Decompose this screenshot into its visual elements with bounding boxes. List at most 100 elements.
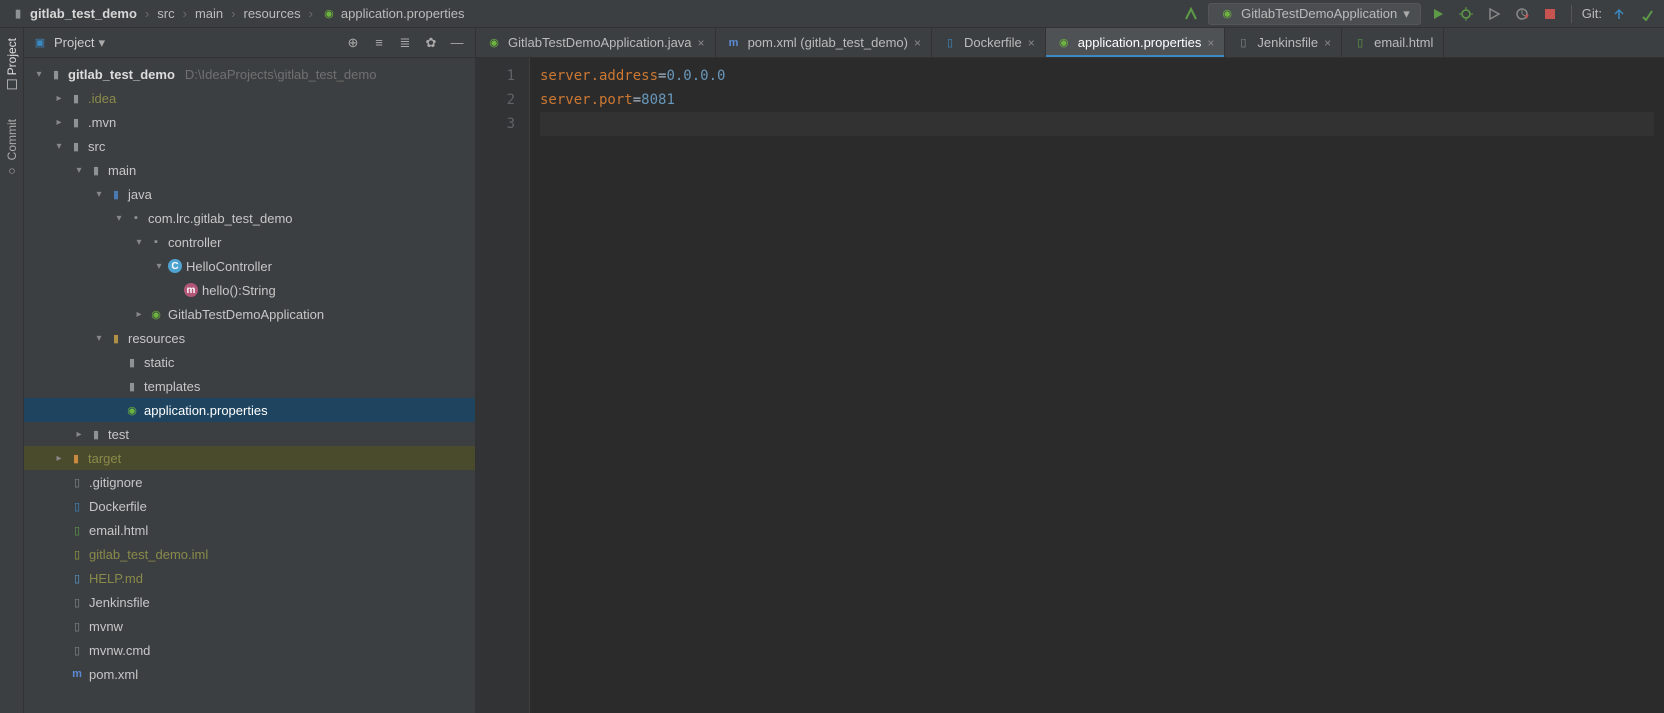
file-icon: ▯: [69, 594, 85, 610]
chevron-down-icon[interactable]: ▾: [134, 237, 144, 247]
coverage-button[interactable]: [1483, 3, 1505, 25]
tab-pom-xml[interactable]: m pom.xml (gitlab_test_demo) ×: [716, 28, 932, 57]
chevron-right-icon[interactable]: ▸: [54, 117, 64, 127]
tree-item-app-class[interactable]: ▸ ◉ GitlabTestDemoApplication: [24, 302, 475, 326]
tree-item-java[interactable]: ▾ ▮ java: [24, 182, 475, 206]
tool-tab-project[interactable]: Project: [5, 38, 19, 89]
tab-dockerfile[interactable]: ▯ Dockerfile ×: [932, 28, 1046, 57]
spring-icon: ◉: [124, 402, 140, 418]
code-line[interactable]: server.address=0.0.0.0: [540, 64, 1654, 88]
tree-root[interactable]: ▾ ▮ gitlab_test_demo D:\IdeaProjects\git…: [24, 62, 475, 86]
tree-label: main: [108, 163, 136, 178]
tab-email-html[interactable]: ▯ email.html: [1342, 28, 1444, 57]
tree-label: .gitignore: [89, 475, 142, 490]
chevron-down-icon[interactable]: ▾: [154, 261, 164, 271]
folder-icon: ▮: [10, 6, 26, 22]
chevron-down-icon[interactable]: ▾: [74, 165, 84, 175]
chevron-down-icon: ▾: [98, 35, 105, 51]
git-label: Git:: [1582, 6, 1602, 21]
chevron-down-icon[interactable]: ▾: [114, 213, 124, 223]
tree-item-application-properties[interactable]: ◉ application.properties: [24, 398, 475, 422]
tab-jenkinsfile[interactable]: ▯ Jenkinsfile ×: [1225, 28, 1342, 57]
git-update-button[interactable]: [1608, 3, 1630, 25]
tool-tab-commit[interactable]: ○ Commit: [5, 119, 19, 178]
tree-item-controller[interactable]: ▾ ▪ controller: [24, 230, 475, 254]
chevron-right-icon[interactable]: ▸: [134, 309, 144, 319]
code-content[interactable]: server.address=0.0.0.0 server.port=8081: [530, 58, 1664, 713]
debug-button[interactable]: [1455, 3, 1477, 25]
chevron-down-icon[interactable]: ▾: [34, 69, 44, 79]
tree-item-idea[interactable]: ▸ ▮ .idea: [24, 86, 475, 110]
hide-button[interactable]: —: [447, 33, 467, 53]
breadcrumb-main[interactable]: main: [191, 4, 227, 23]
file-icon: ▯: [69, 474, 85, 490]
tree-item-resources[interactable]: ▾ ▮ resources: [24, 326, 475, 350]
tab-gitlab-app-java[interactable]: ◉ GitlabTestDemoApplication.java ×: [476, 28, 716, 57]
source-folder-icon: ▮: [108, 186, 124, 202]
expand-all-button[interactable]: ≡: [369, 33, 389, 53]
chevron-right-icon[interactable]: ▸: [54, 453, 64, 463]
breadcrumb-resources[interactable]: resources: [239, 4, 304, 23]
collapse-all-button[interactable]: ≣: [395, 33, 415, 53]
close-icon[interactable]: ×: [1324, 36, 1331, 50]
run-button[interactable]: [1427, 3, 1449, 25]
tab-application-properties[interactable]: ◉ application.properties ×: [1046, 28, 1226, 57]
tree-item-target[interactable]: ▸ ▮ target: [24, 446, 475, 470]
close-icon[interactable]: ×: [698, 36, 705, 50]
tree-item-gitignore[interactable]: ▯ .gitignore: [24, 470, 475, 494]
project-tool-window: ▣ Project ▾ ⊕ ≡ ≣ ✿ — ▾ ▮ gitlab_test_de…: [24, 28, 476, 713]
line-number: 2: [476, 88, 515, 112]
docker-icon: ▯: [69, 498, 85, 514]
tree-item-package[interactable]: ▾ ▪ com.lrc.gitlab_test_demo: [24, 206, 475, 230]
run-config-selector[interactable]: ◉ GitlabTestDemoApplication ▾: [1208, 3, 1421, 25]
tree-item-mvn[interactable]: ▸ ▮ .mvn: [24, 110, 475, 134]
tree-item-mvnw-cmd[interactable]: ▯ mvnw.cmd: [24, 638, 475, 662]
tree-item-dockerfile[interactable]: ▯ Dockerfile: [24, 494, 475, 518]
breadcrumb-label: resources: [243, 6, 300, 21]
stop-button[interactable]: [1539, 3, 1561, 25]
close-icon[interactable]: ×: [1028, 36, 1035, 50]
build-button[interactable]: [1180, 3, 1202, 25]
tree-item-iml[interactable]: ▯ gitlab_test_demo.iml: [24, 542, 475, 566]
git-commit-button[interactable]: [1636, 3, 1658, 25]
tree-item-hello-controller[interactable]: ▾ C HelloController: [24, 254, 475, 278]
close-icon[interactable]: ×: [914, 36, 921, 50]
code-line[interactable]: [540, 112, 1654, 136]
tab-label: Jenkinsfile: [1257, 35, 1318, 50]
tree-label: HelloController: [186, 259, 272, 274]
breadcrumb-file[interactable]: ◉ application.properties: [317, 4, 469, 24]
spring-icon: ◉: [1219, 6, 1235, 22]
tree-item-help[interactable]: ▯ HELP.md: [24, 566, 475, 590]
code-line[interactable]: server.port=8081: [540, 88, 1654, 112]
chevron-right-icon[interactable]: ▸: [54, 93, 64, 103]
tree-item-mvnw[interactable]: ▯ mvnw: [24, 614, 475, 638]
breadcrumbs[interactable]: ▮ gitlab_test_demo › src › main › resour…: [6, 4, 1180, 24]
tree-item-pom[interactable]: m pom.xml: [24, 662, 475, 686]
breadcrumb-src[interactable]: src: [153, 4, 178, 23]
close-icon[interactable]: ×: [1207, 36, 1214, 50]
tree-item-jenkinsfile[interactable]: ▯ Jenkinsfile: [24, 590, 475, 614]
tree-item-email-html[interactable]: ▯ email.html: [24, 518, 475, 542]
chevron-right-icon[interactable]: ▸: [74, 429, 84, 439]
tree-item-main[interactable]: ▾ ▮ main: [24, 158, 475, 182]
file-icon: ▯: [69, 618, 85, 634]
select-opened-file-button[interactable]: ⊕: [343, 33, 363, 53]
chevron-right-icon: ›: [183, 6, 187, 21]
chevron-down-icon[interactable]: ▾: [94, 189, 104, 199]
editor[interactable]: 1 2 3 server.address=0.0.0.0 server.port…: [476, 58, 1664, 713]
chevron-down-icon[interactable]: ▾: [94, 333, 104, 343]
folder-icon: ▮: [124, 354, 140, 370]
chevron-down-icon[interactable]: ▾: [54, 141, 64, 151]
tree-item-test[interactable]: ▸ ▮ test: [24, 422, 475, 446]
settings-button[interactable]: ✿: [421, 33, 441, 53]
project-tree[interactable]: ▾ ▮ gitlab_test_demo D:\IdeaProjects\git…: [24, 58, 475, 713]
profile-button[interactable]: ▾: [1511, 3, 1533, 25]
tree-item-src[interactable]: ▾ ▮ src: [24, 134, 475, 158]
tree-item-static[interactable]: ▮ static: [24, 350, 475, 374]
tree-path: D:\IdeaProjects\gitlab_test_demo: [185, 67, 377, 82]
tree-item-templates[interactable]: ▮ templates: [24, 374, 475, 398]
tree-label: .mvn: [88, 115, 116, 130]
breadcrumb-project[interactable]: ▮ gitlab_test_demo: [6, 4, 141, 24]
tree-item-hello-method[interactable]: m hello():String: [24, 278, 475, 302]
project-view-selector[interactable]: Project ▾: [54, 35, 105, 51]
